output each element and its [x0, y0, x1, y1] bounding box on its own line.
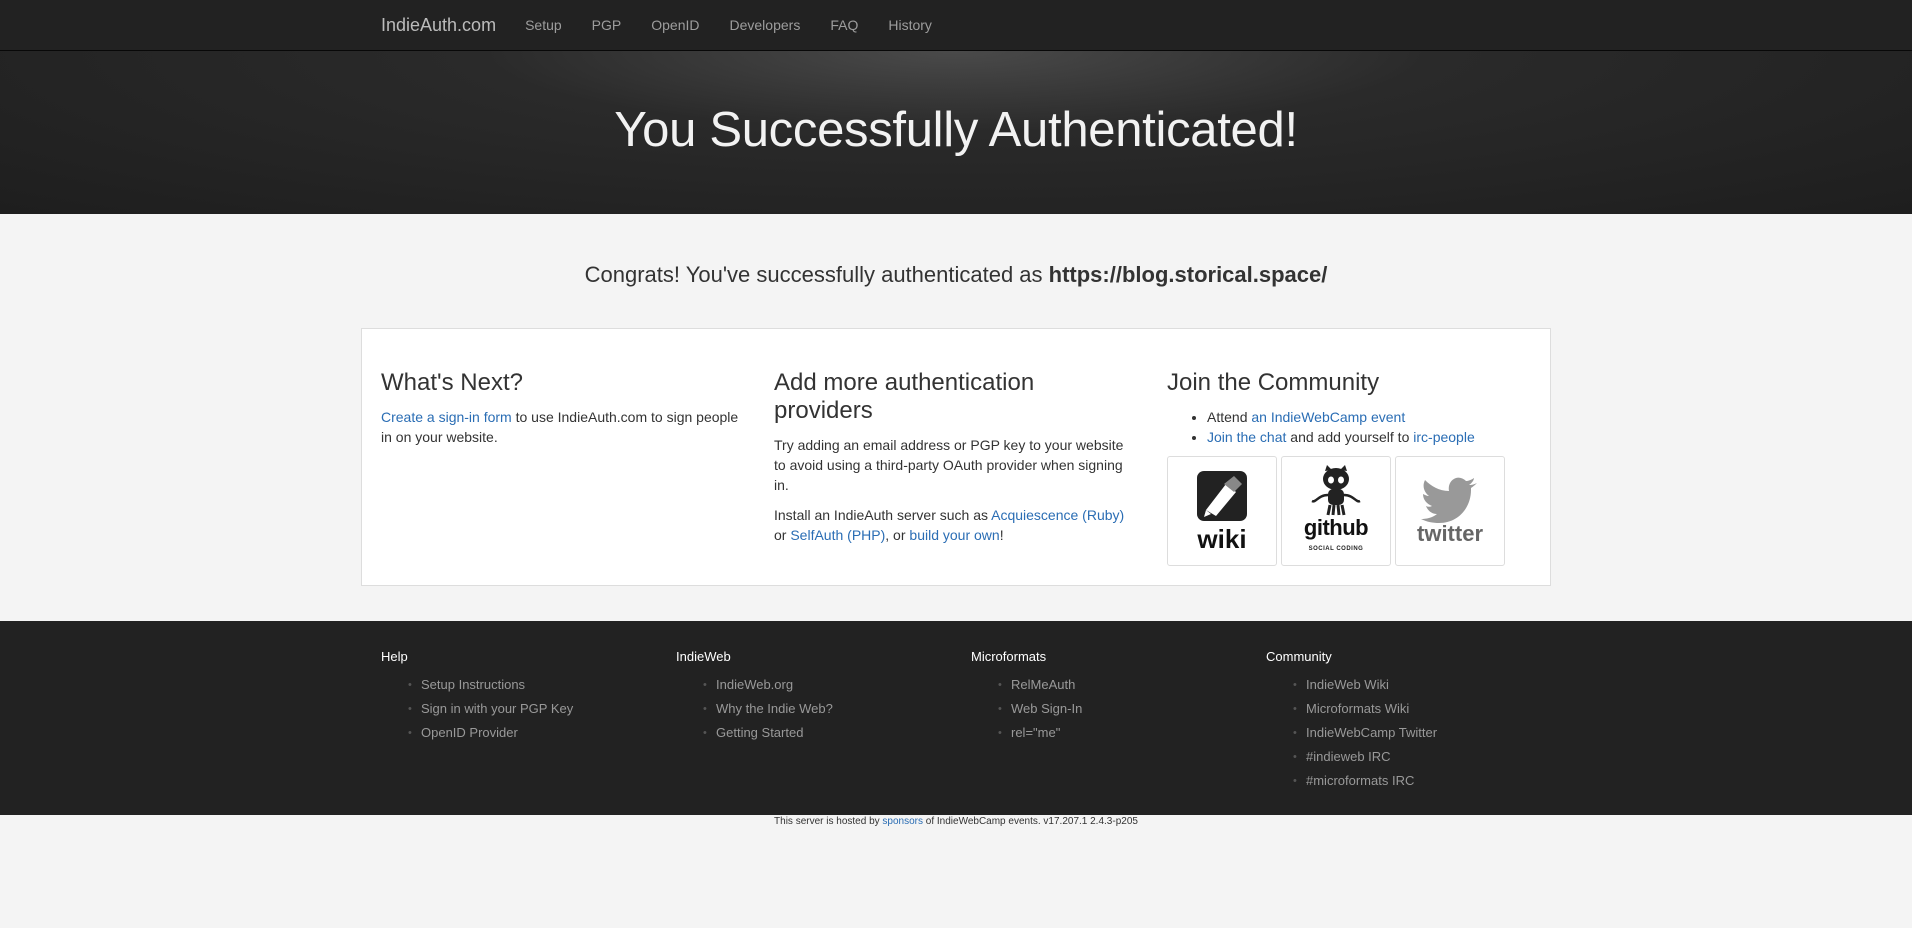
- github-label: github: [1303, 515, 1369, 540]
- footer-link-rel-me[interactable]: rel="me": [1011, 725, 1060, 740]
- providers-section: Add more authentication providers Try ad…: [774, 369, 1134, 555]
- wiki-label: wiki: [1197, 524, 1247, 554]
- wiki-icon: [1197, 471, 1247, 521]
- nav-faq[interactable]: FAQ: [815, 17, 873, 33]
- footer-link-indieweb-org[interactable]: IndieWeb.org: [716, 677, 793, 692]
- page-title: You Successfully Authenticated!: [614, 102, 1298, 157]
- providers-text: Try adding an email address or PGP key t…: [774, 437, 1124, 493]
- community-section: Join the Community Attend an IndieWebCam…: [1167, 369, 1527, 566]
- chat-mid: and add yourself to: [1286, 429, 1414, 445]
- footer-link-relmeauth[interactable]: RelMeAuth: [1011, 677, 1075, 692]
- footer-link-indiewebcamp-twitter[interactable]: IndieWebCamp Twitter: [1306, 725, 1437, 740]
- community-item-chat: Join the chat and add yourself to irc-pe…: [1207, 427, 1527, 447]
- congrats-text: Congrats! You've successfully authentica…: [584, 262, 1049, 287]
- authenticated-url: https://blog.storical.space/: [1048, 262, 1328, 287]
- footer-link-web-signin[interactable]: Web Sign-In: [1011, 701, 1082, 716]
- nav-setup[interactable]: Setup: [510, 17, 577, 33]
- footer-microformats-column: Microformats RelMeAuth Web Sign-In rel="…: [971, 649, 1082, 745]
- footer: Help Setup Instructions Sign in with you…: [0, 621, 1912, 815]
- footer-indieweb-heading: IndieWeb: [676, 649, 731, 664]
- providers-install-text: Install an IndieAuth server such as Acqu…: [774, 505, 1134, 545]
- footer-community-heading: Community: [1266, 649, 1332, 664]
- footer-link-pgp-signin[interactable]: Sign in with your PGP Key: [421, 701, 573, 716]
- footer-link-setup-instructions[interactable]: Setup Instructions: [421, 677, 525, 692]
- footer-link-microformats-irc[interactable]: #microformats IRC: [1306, 773, 1414, 788]
- irc-people-link[interactable]: irc-people: [1413, 429, 1474, 445]
- selfauth-link[interactable]: SelfAuth (PHP): [790, 527, 885, 543]
- footer-link-why-indieweb[interactable]: Why the Indie Web?: [716, 701, 833, 716]
- hosting-note: This server is hosted by sponsors of Ind…: [0, 816, 1912, 827]
- congrats-message: Congrats! You've successfully authentica…: [0, 262, 1912, 289]
- footer-indieweb-column: IndieWeb IndieWeb.org Why the Indie Web?…: [676, 649, 833, 745]
- hero-banner: You Successfully Authenticated!: [0, 51, 1912, 214]
- nav-pgp[interactable]: PGP: [577, 17, 637, 33]
- footer-link-getting-started[interactable]: Getting Started: [716, 725, 803, 740]
- community-item-attend: Attend an IndieWebCamp event: [1207, 407, 1527, 427]
- attend-prefix: Attend: [1207, 409, 1252, 425]
- github-octocat-icon: [1311, 465, 1361, 516]
- sponsors-link[interactable]: sponsors: [882, 816, 923, 827]
- providers-heading: Add more authentication providers: [774, 369, 1035, 424]
- twitter-logo-link[interactable]: twitter: [1395, 456, 1505, 566]
- nav-history[interactable]: History: [873, 17, 947, 33]
- community-list: Attend an IndieWebCamp event Join the ch…: [1207, 407, 1527, 447]
- twitter-bird-icon: [1421, 477, 1477, 523]
- nav-openid[interactable]: OpenID: [636, 17, 714, 33]
- footer-help-heading: Help: [381, 649, 408, 664]
- github-sub-label: SOCIAL CODING: [1308, 546, 1364, 552]
- create-signin-form-link[interactable]: Create a sign-in form: [381, 409, 512, 425]
- brand-link[interactable]: IndieAuth.com: [381, 15, 496, 36]
- install-end: !: [999, 527, 1004, 543]
- nav-developers[interactable]: Developers: [715, 17, 816, 33]
- install-or: or: [774, 527, 791, 543]
- acquiescence-link[interactable]: Acquiescence (Ruby): [991, 507, 1124, 523]
- footer-link-microformats-wiki[interactable]: Microformats Wiki: [1306, 701, 1409, 716]
- footer-link-openid-provider[interactable]: OpenID Provider: [421, 725, 518, 740]
- twitter-label: twitter: [1417, 521, 1483, 546]
- footer-community-column: Community IndieWeb Wiki Microformats Wik…: [1266, 649, 1437, 793]
- install-prefix: Install an IndieAuth server such as: [774, 507, 992, 523]
- whats-next-heading: What's Next?: [381, 369, 523, 396]
- navbar: IndieAuth.com Setup PGP OpenID Developer…: [0, 0, 1912, 51]
- hosting-prefix: This server is hosted by: [774, 816, 883, 827]
- footer-link-indieweb-wiki[interactable]: IndieWeb Wiki: [1306, 677, 1389, 692]
- install-comma: , or: [885, 527, 910, 543]
- build-your-own-link[interactable]: build your own: [909, 527, 999, 543]
- footer-link-indieweb-irc[interactable]: #indieweb IRC: [1306, 749, 1391, 764]
- github-logo-link[interactable]: github SOCIAL CODING: [1281, 456, 1391, 566]
- whats-next-text: Create a sign-in form to use IndieAuth.c…: [381, 407, 741, 447]
- join-chat-link[interactable]: Join the chat: [1207, 429, 1286, 445]
- hosting-suffix: of IndieWebCamp events. v17.207.1 2.4.3-…: [922, 816, 1138, 827]
- wiki-logo-link[interactable]: wiki: [1167, 456, 1277, 566]
- info-panel: What's Next? Create a sign-in form to us…: [361, 328, 1551, 586]
- community-logos: wiki github SOCIAL CODING twitter: [1167, 456, 1527, 566]
- whats-next-section: What's Next? Create a sign-in form to us…: [381, 369, 741, 457]
- footer-help-column: Help Setup Instructions Sign in with you…: [381, 649, 573, 745]
- community-heading: Join the Community: [1167, 369, 1380, 396]
- footer-microformats-heading: Microformats: [971, 649, 1047, 664]
- indiewebcamp-event-link[interactable]: an IndieWebCamp event: [1251, 409, 1405, 425]
